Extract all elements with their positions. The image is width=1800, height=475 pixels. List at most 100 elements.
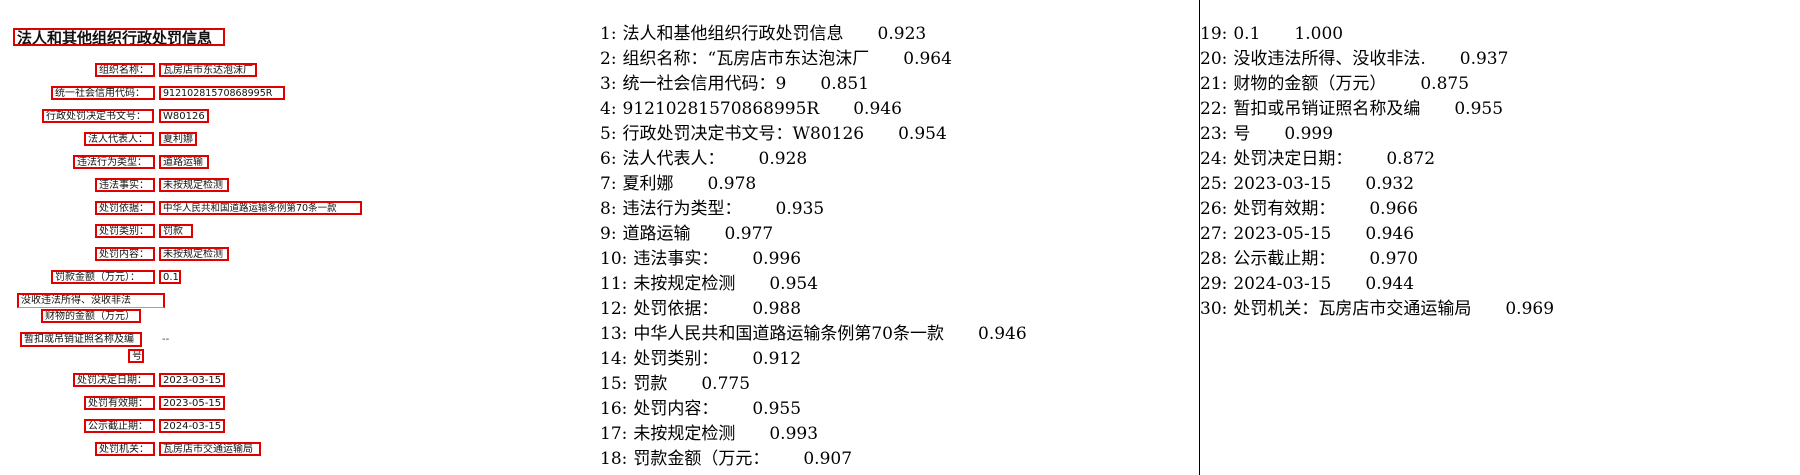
result-text: 处罚有效期： (1233, 199, 1336, 219)
ocr-result-row: 15: 罚款 0.775 (600, 372, 1027, 397)
result-index: 28: (1200, 249, 1228, 269)
result-index: 9: (600, 224, 617, 244)
penalty-basis-label-box: 处罚依据： (95, 201, 155, 215)
result-index: 1: (600, 24, 617, 44)
authority-value-box: 瓦房店市交通运输局 (159, 442, 261, 456)
ocr-result-row: 7: 夏利娜 0.978 (600, 172, 1027, 197)
result-score: 0.944 (1365, 274, 1415, 294)
result-score: 0.875 (1420, 74, 1470, 94)
result-index: 21: (1200, 74, 1228, 94)
ocr-result-row: 21: 财物的金额（万元） 0.875 (1200, 72, 1554, 97)
result-index: 6: (600, 149, 617, 169)
ocr-result-row: 16: 处罚内容： 0.955 (600, 397, 1027, 422)
result-score: 0.999 (1284, 124, 1334, 144)
result-score: 0.969 (1505, 299, 1555, 319)
result-index: 7: (600, 174, 617, 194)
license-line2-box: 号 (128, 349, 144, 363)
penalty-category-label-box: 处罚类别： (95, 224, 155, 238)
ocr-result-row: 5: 行政处罚决定书文号：W80126 0.954 (600, 122, 1027, 147)
ocr-results-column-1: 1: 法人和基他组织行政处罚信息 0.923 2: 组织名称：“瓦房店市东达泡沫厂 0.9… (600, 22, 1027, 472)
result-text: 处罚内容： (633, 399, 719, 419)
ocr-result-row: 8: 违法行为类型： 0.935 (600, 197, 1027, 222)
result-text: 处罚依据： (633, 299, 719, 319)
result-index: 15: (600, 374, 628, 394)
result-score: 0.954 (898, 124, 947, 144)
result-score: 0.955 (1454, 99, 1504, 119)
ocr-result-row: 12: 处罚依据： 0.988 (600, 297, 1027, 322)
result-text: 法人和基他组织行政处罚信息 (622, 24, 844, 44)
fine-amount-value-box: 0.1 (159, 270, 181, 284)
result-score: 0.996 (752, 249, 802, 269)
penalty-content-label-box: 处罚内容： (95, 247, 155, 261)
result-score: 0.935 (775, 199, 825, 219)
ocr-result-row: 9: 道路运输 0.977 (600, 222, 1027, 247)
result-score: 0.955 (752, 399, 802, 419)
publish-until-label-box: 公示截止期： (84, 419, 155, 433)
result-score: 0.988 (752, 299, 802, 319)
result-text: 夏利娜 (622, 174, 674, 194)
result-index: 3: (600, 74, 617, 94)
result-index: 10: (600, 249, 628, 269)
result-index: 24: (1200, 149, 1228, 169)
confiscation-line1-box: 没收违法所得、没收非法 (17, 293, 165, 308)
ocr-result-row: 3: 统一社会信用代码：9 0.851 (600, 72, 1027, 97)
ocr-result-row: 13: 中华人民共和国道路运输条例第70条一款 0.946 (600, 322, 1027, 347)
result-score: 0.966 (1369, 199, 1419, 219)
result-score: 0.946 (978, 324, 1027, 344)
result-score: 0.993 (769, 424, 819, 444)
ocr-result-row: 11: 未按规定检测 0.954 (600, 272, 1027, 297)
ocr-result-row: 29: 2024-03-15 0.944 (1200, 272, 1554, 297)
result-index: 11: (600, 274, 628, 294)
result-index: 14: (600, 349, 628, 369)
document-preview: 法人和其他组织行政处罚信息 组织名称： 瓦房店市东达泡沫厂 统一社会信用代码： … (0, 0, 590, 475)
result-index: 19: (1200, 24, 1228, 44)
ocr-result-row: 20: 没收违法所得、没收非法. 0.937 (1200, 47, 1554, 72)
result-index: 5: (600, 124, 617, 144)
result-index: 13: (600, 324, 628, 344)
result-score: 0.928 (758, 149, 808, 169)
result-text: 违法事实： (633, 249, 719, 269)
ocr-result-row: 18: 罚款金额（万元： 0.907 (600, 447, 1027, 472)
result-text: 2024-03-15 (1233, 274, 1332, 294)
ocr-result-row: 25: 2023-03-15 0.932 (1200, 172, 1554, 197)
ocr-result-row: 2: 组织名称：“瓦房店市东达泡沫厂 0.964 (600, 47, 1027, 72)
result-index: 2: (600, 49, 617, 69)
org-name-value-box: 瓦房店市东达泡沫厂 (159, 63, 257, 77)
legal-rep-value-box: 夏利娜 (159, 132, 197, 146)
doc-title-box: 法人和其他组织行政处罚信息 (13, 28, 225, 46)
result-score: 0.946 (853, 99, 902, 119)
penalty-category-value-box: 罚款 (159, 224, 193, 238)
result-index: 4: (600, 99, 617, 119)
result-text: 行政处罚决定书文号：W80126 (622, 124, 865, 144)
result-text: 暂扣或吊销证照名称及编 (1233, 99, 1421, 119)
result-index: 26: (1200, 199, 1228, 219)
ocr-result-row: 27: 2023-05-15 0.946 (1200, 222, 1554, 247)
result-index: 29: (1200, 274, 1228, 294)
result-score: 0.907 (803, 449, 853, 469)
result-score: 0.872 (1386, 149, 1436, 169)
result-score: 0.775 (701, 374, 751, 394)
violation-fact-label-box: 违法事实： (95, 178, 155, 192)
result-text: 未按规定检测 (633, 424, 736, 444)
result-text: 违法行为类型： (622, 199, 742, 219)
result-score: 0.970 (1369, 249, 1419, 269)
authority-label-box: 处罚机关： (95, 442, 155, 456)
result-text: 罚款金额（万元： (633, 449, 770, 469)
result-score: 0.946 (1365, 224, 1415, 244)
penalty-basis-value-box: 中华人民共和国道路运输条例第70条一款 (159, 201, 362, 215)
result-index: 30: (1200, 299, 1228, 319)
license-value-dash: -- (162, 334, 170, 345)
violation-type-value-box: 道路运输 (159, 155, 209, 169)
result-index: 8: (600, 199, 617, 219)
result-index: 23: (1200, 124, 1228, 144)
ocr-result-row: 28: 公示截止期： 0.970 (1200, 247, 1554, 272)
result-score: 0.851 (820, 74, 870, 94)
ocr-result-row: 19: 0.1 1.000 (1200, 22, 1554, 47)
result-text: 未按规定检测 (633, 274, 736, 294)
ocr-result-row: 10: 违法事实： 0.996 (600, 247, 1027, 272)
result-score: 0.932 (1365, 174, 1415, 194)
result-score: 0.977 (724, 224, 774, 244)
ocr-result-row: 4: 91210281570868995R 0.946 (600, 97, 1027, 122)
ocr-result-row: 17: 未按规定检测 0.993 (600, 422, 1027, 447)
publish-until-value-box: 2024-03-15 (159, 419, 225, 433)
